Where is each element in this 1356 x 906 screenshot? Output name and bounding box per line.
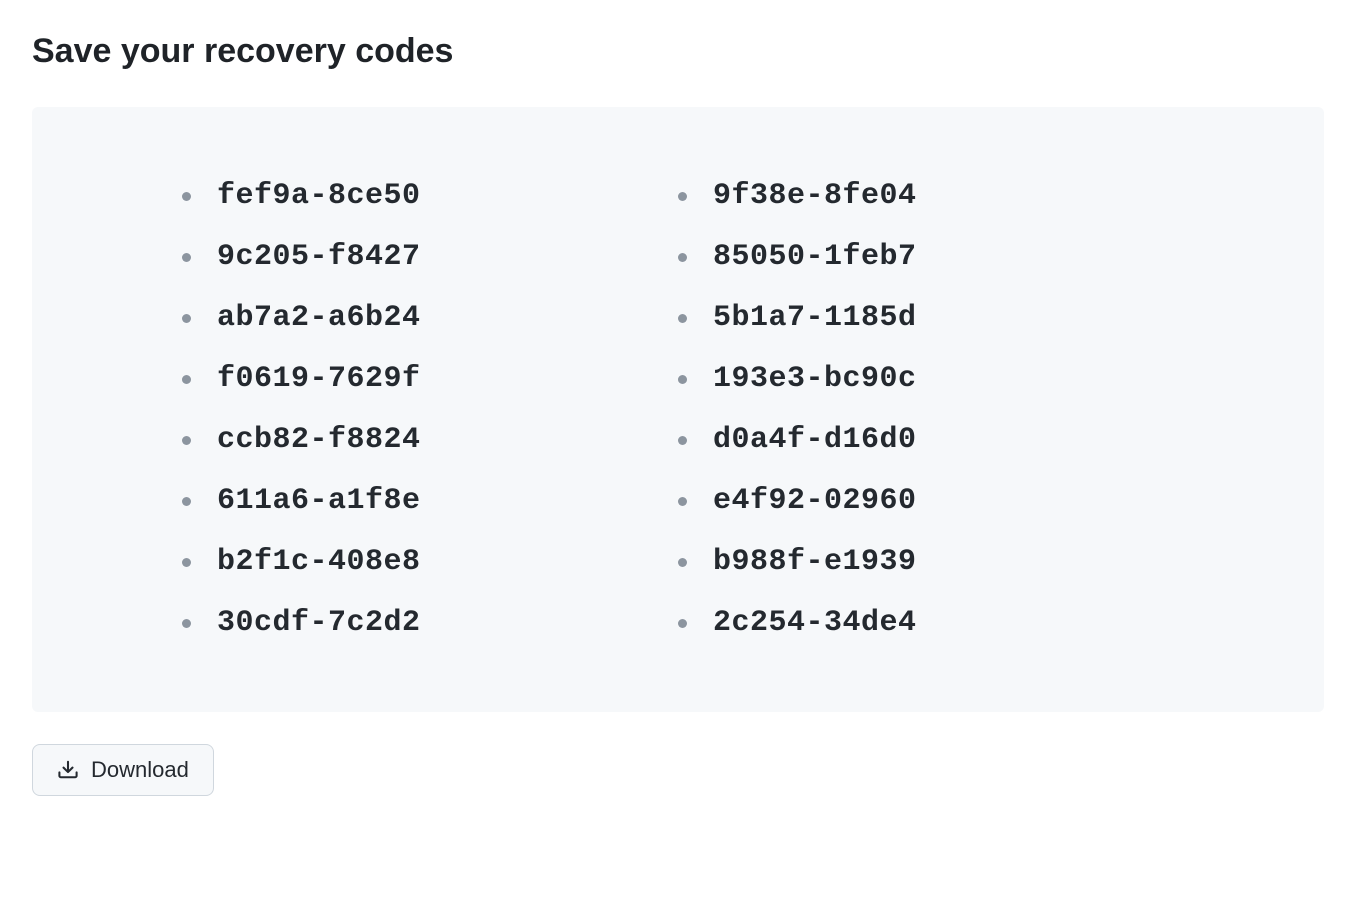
- recovery-code-item: 9c205-f8427: [182, 240, 678, 274]
- bullet-icon: [182, 436, 191, 445]
- recovery-code-item: 85050-1feb7: [678, 240, 1174, 274]
- recovery-code-item: 611a6-a1f8e: [182, 484, 678, 518]
- bullet-icon: [182, 314, 191, 323]
- recovery-codes-columns: fef9a-8ce50 9c205-f8427 ab7a2-a6b24 f061…: [182, 179, 1174, 640]
- bullet-icon: [678, 436, 687, 445]
- recovery-code-text: 5b1a7-1185d: [713, 301, 917, 335]
- bullet-icon: [182, 192, 191, 201]
- recovery-code-item: 5b1a7-1185d: [678, 301, 1174, 335]
- recovery-code-text: 85050-1feb7: [713, 240, 917, 274]
- recovery-codes-column-left: fef9a-8ce50 9c205-f8427 ab7a2-a6b24 f061…: [182, 179, 678, 640]
- recovery-code-text: 9c205-f8427: [217, 240, 421, 274]
- recovery-codes-column-right: 9f38e-8fe04 85050-1feb7 5b1a7-1185d 193e…: [678, 179, 1174, 640]
- recovery-code-item: 30cdf-7c2d2: [182, 606, 678, 640]
- bullet-icon: [678, 192, 687, 201]
- download-button[interactable]: Download: [32, 744, 214, 796]
- bullet-icon: [678, 497, 687, 506]
- recovery-code-item: fef9a-8ce50: [182, 179, 678, 213]
- bullet-icon: [182, 253, 191, 262]
- download-icon: [57, 759, 79, 781]
- recovery-code-item: d0a4f-d16d0: [678, 423, 1174, 457]
- recovery-code-item: f0619-7629f: [182, 362, 678, 396]
- recovery-code-item: b988f-e1939: [678, 545, 1174, 579]
- recovery-code-text: fef9a-8ce50: [217, 179, 421, 213]
- bullet-icon: [678, 558, 687, 567]
- recovery-codes-panel: fef9a-8ce50 9c205-f8427 ab7a2-a6b24 f061…: [32, 107, 1324, 712]
- recovery-code-item: 2c254-34de4: [678, 606, 1174, 640]
- recovery-code-item: ccb82-f8824: [182, 423, 678, 457]
- recovery-code-text: b988f-e1939: [713, 545, 917, 579]
- bullet-icon: [678, 253, 687, 262]
- bullet-icon: [182, 558, 191, 567]
- recovery-code-text: 9f38e-8fe04: [713, 179, 917, 213]
- bullet-icon: [182, 375, 191, 384]
- recovery-code-item: b2f1c-408e8: [182, 545, 678, 579]
- recovery-code-text: b2f1c-408e8: [217, 545, 421, 579]
- recovery-code-text: d0a4f-d16d0: [713, 423, 917, 457]
- recovery-code-text: 2c254-34de4: [713, 606, 917, 640]
- recovery-code-text: 30cdf-7c2d2: [217, 606, 421, 640]
- recovery-code-text: 611a6-a1f8e: [217, 484, 421, 518]
- recovery-code-text: ccb82-f8824: [217, 423, 421, 457]
- recovery-code-item: 193e3-bc90c: [678, 362, 1174, 396]
- recovery-code-item: 9f38e-8fe04: [678, 179, 1174, 213]
- recovery-code-text: e4f92-02960: [713, 484, 917, 518]
- page-title: Save your recovery codes: [32, 32, 1324, 71]
- bullet-icon: [678, 375, 687, 384]
- bullet-icon: [678, 314, 687, 323]
- recovery-code-text: f0619-7629f: [217, 362, 421, 396]
- recovery-code-text: 193e3-bc90c: [713, 362, 917, 396]
- bullet-icon: [678, 619, 687, 628]
- download-button-label: Download: [91, 757, 189, 783]
- bullet-icon: [182, 497, 191, 506]
- recovery-code-item: ab7a2-a6b24: [182, 301, 678, 335]
- recovery-code-text: ab7a2-a6b24: [217, 301, 421, 335]
- recovery-code-item: e4f92-02960: [678, 484, 1174, 518]
- bullet-icon: [182, 619, 191, 628]
